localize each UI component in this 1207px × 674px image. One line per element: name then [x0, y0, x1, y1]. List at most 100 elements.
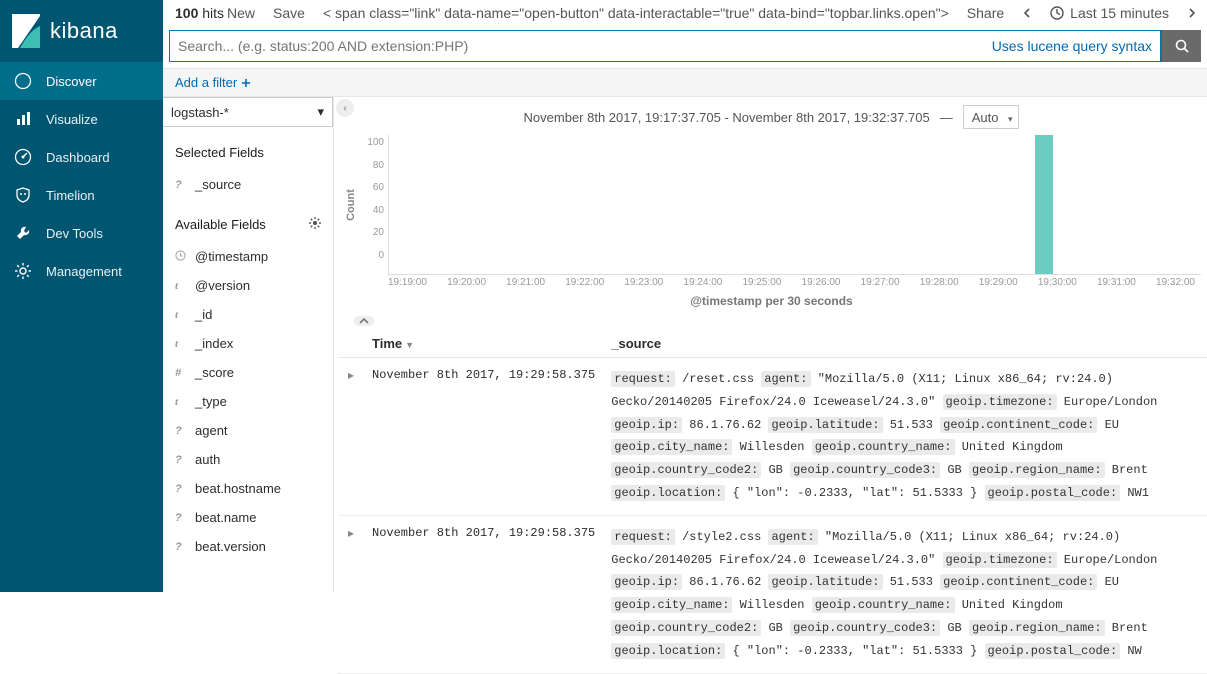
- clock-icon: [1050, 6, 1064, 20]
- field-value: Brent: [1112, 621, 1148, 635]
- hits-count: 100 hits: [175, 5, 224, 21]
- field-key: geoip.ip:: [611, 417, 682, 433]
- field-item[interactable]: ?_source: [163, 170, 333, 199]
- gear-icon[interactable]: [309, 217, 321, 232]
- field-value: United Kingdom: [962, 440, 1063, 454]
- lucene-syntax-link[interactable]: Uses lucene query syntax: [992, 38, 1152, 54]
- search-icon: [1175, 39, 1189, 53]
- search-box[interactable]: Uses lucene query syntax: [169, 30, 1161, 62]
- histogram-bar[interactable]: [1035, 135, 1053, 274]
- field-value: Brent: [1112, 463, 1148, 477]
- field-item[interactable]: ?beat.version: [163, 532, 333, 561]
- collapse-chart-button[interactable]: [354, 316, 374, 326]
- sort-desc-icon: ▼: [405, 340, 414, 350]
- histogram: ‹ November 8th 2017, 19:17:37.705 - Nove…: [338, 97, 1207, 312]
- x-tick: 19:19:00: [388, 277, 427, 288]
- field-value: /style2.css: [682, 530, 761, 544]
- field-type-icon: ?: [175, 541, 185, 553]
- field-type-icon: ?: [175, 425, 185, 437]
- x-tick: 19:30:00: [1038, 277, 1077, 288]
- field-type-icon: t: [175, 309, 185, 321]
- field-name: auth: [195, 452, 220, 467]
- interval-select[interactable]: Auto ▾: [963, 105, 1020, 129]
- wrench-icon: [14, 224, 32, 242]
- add-filter-button[interactable]: Add a filter: [175, 75, 251, 90]
- chart-time-range: November 8th 2017, 19:17:37.705 - Novemb…: [524, 110, 930, 125]
- index-pattern-select[interactable]: logstash-* ▾: [163, 97, 333, 127]
- y-tick: 60: [373, 182, 384, 193]
- sidebar-item-timelion[interactable]: Timelion: [0, 176, 163, 214]
- sidebar-item-label: Discover: [46, 74, 97, 89]
- y-tick: 80: [373, 160, 384, 171]
- sidebar-item-dev-tools[interactable]: Dev Tools: [0, 214, 163, 252]
- field-value: EU: [1105, 575, 1119, 589]
- x-tick: 19:25:00: [742, 277, 781, 288]
- field-item[interactable]: t@version: [163, 271, 333, 300]
- field-item[interactable]: ? auth: [163, 445, 333, 474]
- field-item[interactable]: ? agent: [163, 416, 333, 445]
- field-type-icon: t: [175, 338, 185, 350]
- save-button[interactable]: Save: [273, 5, 305, 21]
- field-key: geoip.country_name:: [812, 439, 955, 455]
- new-button[interactable]: New: [227, 5, 255, 21]
- x-tick: 19:32:00: [1156, 277, 1195, 288]
- share-button[interactable]: Share: [967, 5, 1004, 21]
- field-item[interactable]: t_type: [163, 387, 333, 416]
- field-key: geoip.region_name:: [969, 620, 1105, 636]
- time-range-picker[interactable]: Last 15 minutes: [1050, 5, 1169, 21]
- gauge-icon: [14, 148, 32, 166]
- selected-fields-header: Selected Fields: [163, 127, 333, 170]
- field-key: geoip.city_name:: [611, 439, 732, 455]
- field-key: geoip.region_name:: [969, 462, 1105, 478]
- x-tick: 19:24:00: [683, 277, 722, 288]
- field-item[interactable]: #_score: [163, 358, 333, 387]
- field-value: United Kingdom: [962, 598, 1063, 612]
- field-name: @version: [195, 278, 250, 293]
- field-type-icon: ?: [175, 483, 185, 495]
- field-key: geoip.postal_code:: [985, 643, 1121, 659]
- sidebar-item-label: Dashboard: [46, 150, 110, 165]
- field-value: 51.533: [890, 418, 933, 432]
- field-item[interactable]: @timestamp: [163, 242, 333, 271]
- time-next-button[interactable]: [1187, 5, 1197, 21]
- field-value: { "lon": -0.2333, "lat": 51.5333 }: [732, 486, 977, 500]
- field-item[interactable]: t_id: [163, 300, 333, 329]
- field-key: geoip.country_code3:: [790, 462, 940, 478]
- field-type-icon: ?: [175, 454, 185, 466]
- search-button[interactable]: [1161, 30, 1201, 62]
- x-tick: 19:23:00: [624, 277, 663, 288]
- field-type-icon: #: [175, 367, 185, 379]
- expand-row-button[interactable]: ▸: [338, 358, 364, 516]
- table-row: ▸November 8th 2017, 19:29:58.375request:…: [338, 515, 1207, 673]
- field-value: GB: [947, 621, 961, 635]
- field-value: NW1: [1127, 486, 1149, 500]
- compass-icon: [14, 72, 32, 90]
- bar-chart-icon: [14, 110, 32, 128]
- field-value: /reset.css: [682, 372, 754, 386]
- field-key: geoip.country_code2:: [611, 620, 761, 636]
- time-prev-button[interactable]: [1022, 5, 1032, 21]
- field-name: agent: [195, 423, 228, 438]
- field-item[interactable]: ?beat.hostname: [163, 474, 333, 503]
- column-header-time[interactable]: Time▼: [364, 330, 603, 358]
- field-item[interactable]: ?beat.name: [163, 503, 333, 532]
- search-input[interactable]: [178, 38, 982, 54]
- sidebar-item-discover[interactable]: Discover: [0, 62, 163, 100]
- expand-row-button[interactable]: ▸: [338, 515, 364, 673]
- sidebar-item-dashboard[interactable]: Dashboard: [0, 138, 163, 176]
- field-key: geoip.location:: [611, 643, 725, 659]
- logo[interactable]: kibana: [0, 0, 163, 62]
- column-header-source[interactable]: _source: [603, 330, 1207, 358]
- x-tick: 19:27:00: [861, 277, 900, 288]
- sidebar-item-visualize[interactable]: Visualize: [0, 100, 163, 138]
- sidebar-item-management[interactable]: Management: [0, 252, 163, 290]
- kibana-logo-icon: [12, 14, 40, 48]
- collapse-chart-left-button[interactable]: ‹: [336, 99, 354, 117]
- field-key: geoip.latitude:: [768, 417, 882, 433]
- row-source: request: /style2.css agent: "Mozilla/5.0…: [603, 515, 1207, 673]
- field-item[interactable]: t_index: [163, 329, 333, 358]
- clock-icon: [175, 250, 185, 264]
- chart-plot-area[interactable]: [388, 135, 1201, 275]
- row-source: request: /reset.css agent: "Mozilla/5.0 …: [603, 358, 1207, 516]
- field-key: geoip.continent_code:: [940, 417, 1097, 433]
